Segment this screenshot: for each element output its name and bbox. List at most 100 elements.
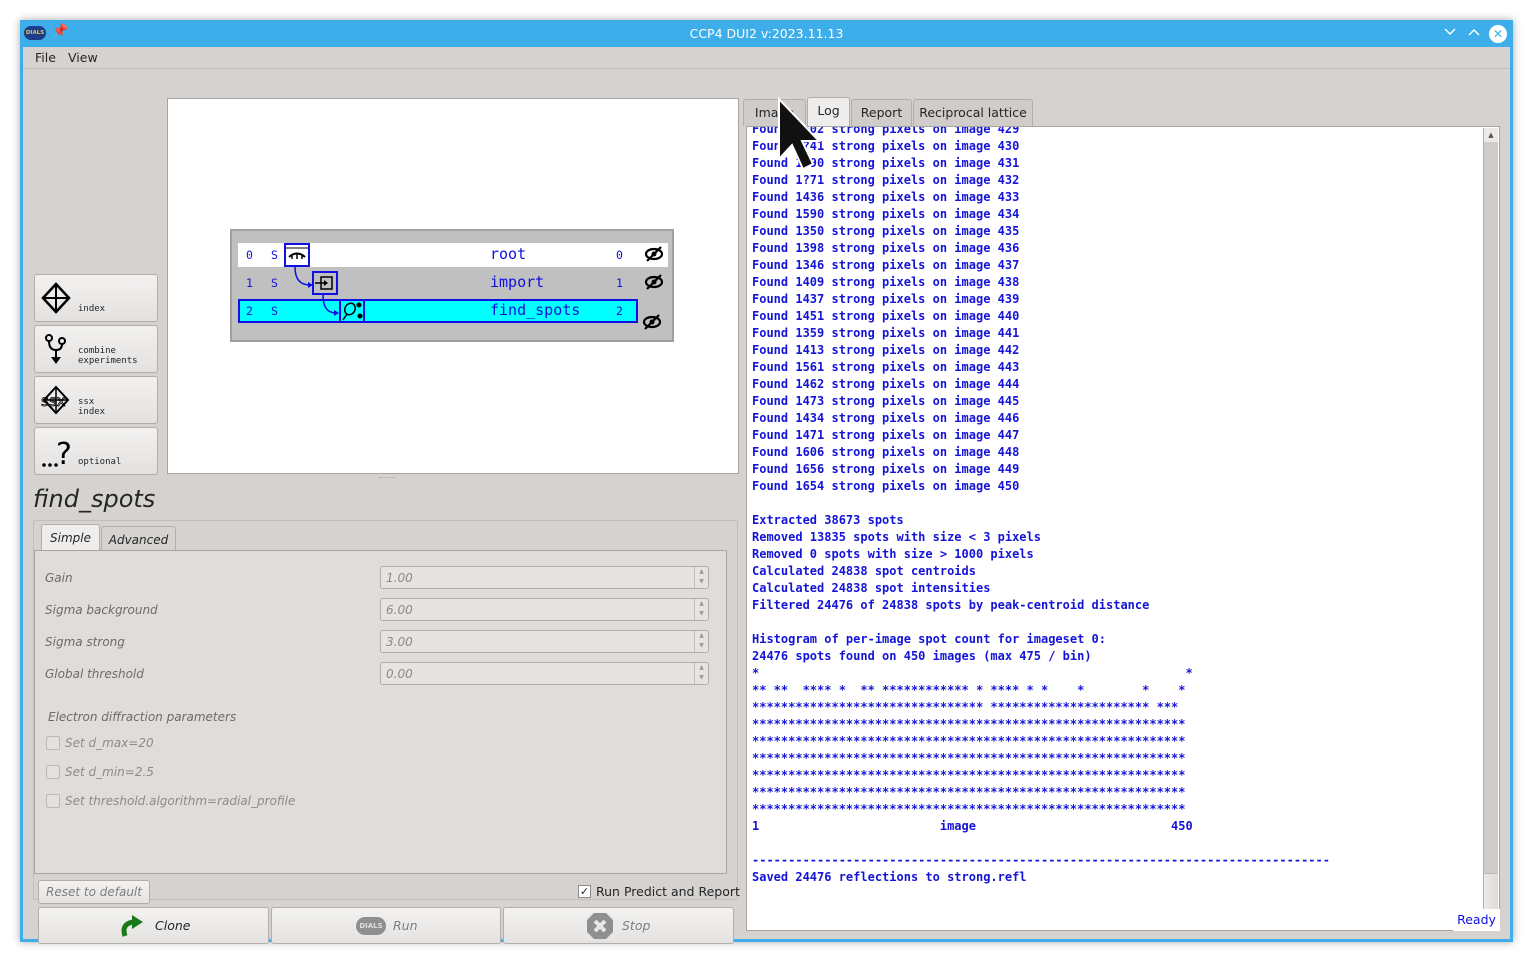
log-view[interactable]: Found 1502 strong pixels on image 429 Fou… (746, 126, 1500, 931)
clone-arrow-icon (121, 915, 143, 937)
run-predict-checkbox[interactable]: ✓ (578, 885, 591, 898)
close-button[interactable]: ✕ (1489, 25, 1507, 43)
log-line: Found 1?90 strong pixels on image 431 (752, 156, 1020, 170)
splitter-handle[interactable] (379, 477, 395, 479)
param-label-sigma-strong: Sigma strong (45, 635, 125, 649)
tool-label: index (78, 304, 106, 314)
tab-reciprocal-lattice[interactable]: Reciprocal lattice (913, 99, 1033, 126)
log-line: Found 1413 strong pixels on image 442 (752, 343, 1020, 357)
hidden-eye-icon[interactable] (644, 245, 664, 263)
svg-text:ssx: ssx (41, 392, 66, 410)
tool-label: optional (78, 457, 122, 467)
sigma-background-spinbox[interactable]: 6.00 ▲ ▼ (380, 598, 709, 621)
log-line: Saved 24476 reflections to strong.refl (752, 870, 1027, 884)
log-line: Found 1350 strong pixels on image 435 (752, 224, 1020, 238)
global-threshold-value: 0.00 (386, 667, 413, 681)
ellipsis-question-icon: ? (42, 437, 71, 468)
log-line: ****************************************… (752, 751, 1186, 765)
log-scrollbar[interactable]: ▲ ▼ (1483, 128, 1498, 929)
log-line: ** ** **** * ** ************ * **** * * … (752, 683, 1186, 697)
tree-row-root[interactable]: 0 S root 0 (238, 243, 668, 267)
log-line: Found 1?71 strong pixels on image 432 (752, 173, 1020, 187)
main-window: File View index combine experiments ssx … (23, 47, 1510, 944)
spin-arrows[interactable]: ▲ ▼ (694, 567, 708, 588)
spin-arrows[interactable]: ▲ ▼ (694, 663, 708, 684)
log-line: ****************************************… (752, 768, 1186, 782)
node-index: 1 (246, 276, 253, 290)
stop-octagon-icon (587, 913, 613, 939)
log-line: Found 1561 strong pixels on image 443 (752, 360, 1020, 374)
tool-button-ssx-index[interactable]: ssx ssx index (34, 376, 158, 424)
node-name: find_spots (490, 301, 581, 319)
log-line: Calculated 24838 spot intensities (752, 581, 991, 595)
node-index: 0 (246, 248, 253, 262)
dials-run-icon: DIALS (356, 917, 386, 935)
maximize-button[interactable] (1465, 25, 1483, 43)
sigma-background-value: 6.00 (386, 603, 413, 617)
tree-row-import[interactable]: 1 S import 1 (238, 271, 668, 295)
log-line: Found 1473 strong pixels on image 445 (752, 394, 1020, 408)
hidden-eye-icon[interactable] (644, 273, 664, 291)
param-label-sigma-background: Sigma background (45, 603, 158, 617)
log-line: Filtered 24476 of 24838 spots by peak-ce… (752, 598, 1150, 612)
tab-simple[interactable]: Simple (41, 524, 100, 552)
node-state: S (271, 304, 278, 318)
menu-view[interactable]: View (68, 50, 98, 65)
global-threshold-spinbox[interactable]: 0.00 ▲ ▼ (380, 662, 709, 685)
sigma-strong-spinbox[interactable]: 3.00 ▲ ▼ (380, 630, 709, 653)
radial-profile-checkbox[interactable] (46, 794, 60, 808)
run-predict-label: Run Predict and Report (596, 884, 740, 899)
log-line: Extracted 38673 spots (752, 513, 904, 527)
log-line: Histogram of per-image spot count for im… (752, 632, 1107, 646)
node-state: S (271, 248, 278, 262)
history-tree-panel: 0 S root 0 1 S import 1 2 S find_spots 2 (167, 98, 739, 474)
stop-button[interactable]: Stop (503, 907, 734, 944)
stop-label: Stop (622, 918, 651, 933)
tab-report[interactable]: Report (851, 99, 912, 126)
tree-row-find-spots[interactable]: 2 S find_spots 2 (238, 299, 638, 323)
title-bar[interactable]: DIALS 📌 CCP4 DUI2 v:2023.11.13 ✕ (20, 20, 1513, 47)
menu-file[interactable]: File (35, 50, 56, 65)
simple-params: Gain 1.00 ▲ ▼ Sigma background 6.00 ▲ ▼ Sigm… (34, 550, 727, 874)
log-line: Removed 0 spots with size > 1000 pixels (752, 547, 1034, 561)
log-line: ****************************************… (752, 785, 1186, 799)
minimize-button[interactable] (1441, 25, 1459, 43)
ssx-index-icon: ssx (41, 385, 70, 415)
gain-spinbox[interactable]: 1.00 ▲ ▼ (380, 566, 709, 589)
window-title: CCP4 DUI2 v:2023.11.13 (689, 26, 844, 41)
clone-button[interactable]: Clone (38, 907, 269, 944)
node-count: 2 (616, 304, 623, 318)
tool-button-optional[interactable]: ? optional (34, 427, 158, 475)
run-label: Run (393, 918, 418, 933)
spin-arrows[interactable]: ▲ ▼ (694, 631, 708, 652)
log-line: Found 1436 strong pixels on image 433 (752, 190, 1020, 204)
node-name: import (490, 273, 545, 291)
d-max-checkbox[interactable] (46, 736, 60, 750)
scroll-handle[interactable] (1484, 873, 1498, 913)
import-node-icon (312, 271, 338, 295)
tool-button-combine-experiments[interactable]: combine experiments (34, 325, 158, 373)
log-line: Found 1?41 strong pixels on image 430 (752, 139, 1020, 153)
tab-advanced[interactable]: Advanced (101, 526, 176, 553)
scroll-up-arrow-icon[interactable]: ▲ (1484, 128, 1498, 142)
node-name: root (490, 245, 527, 263)
step-title: find_spots (33, 485, 156, 513)
spin-arrows[interactable]: ▲ ▼ (694, 599, 708, 620)
log-line: * * (752, 666, 1193, 680)
tool-label: ssx index (78, 397, 106, 417)
svg-text:?: ? (56, 437, 71, 468)
log-line: Found 1409 strong pixels on image 438 (752, 275, 1020, 289)
log-line: ****************************************… (752, 734, 1186, 748)
hidden-eye-icon[interactable] (642, 313, 662, 331)
log-line: Found 1451 strong pixels on image 440 (752, 309, 1020, 323)
log-line: Found 1462 strong pixels on image 444 (752, 377, 1020, 391)
index-diamond-icon (41, 282, 71, 314)
log-line: Found 1502 strong pixels on image 429 (752, 126, 1020, 136)
mouse-cursor-icon (778, 97, 821, 171)
run-button[interactable]: DIALS Run (271, 907, 501, 944)
d-min-checkbox[interactable] (46, 765, 60, 779)
tool-button-index[interactable]: index (34, 274, 158, 322)
reset-to-default-button[interactable]: Reset to default (38, 880, 150, 904)
